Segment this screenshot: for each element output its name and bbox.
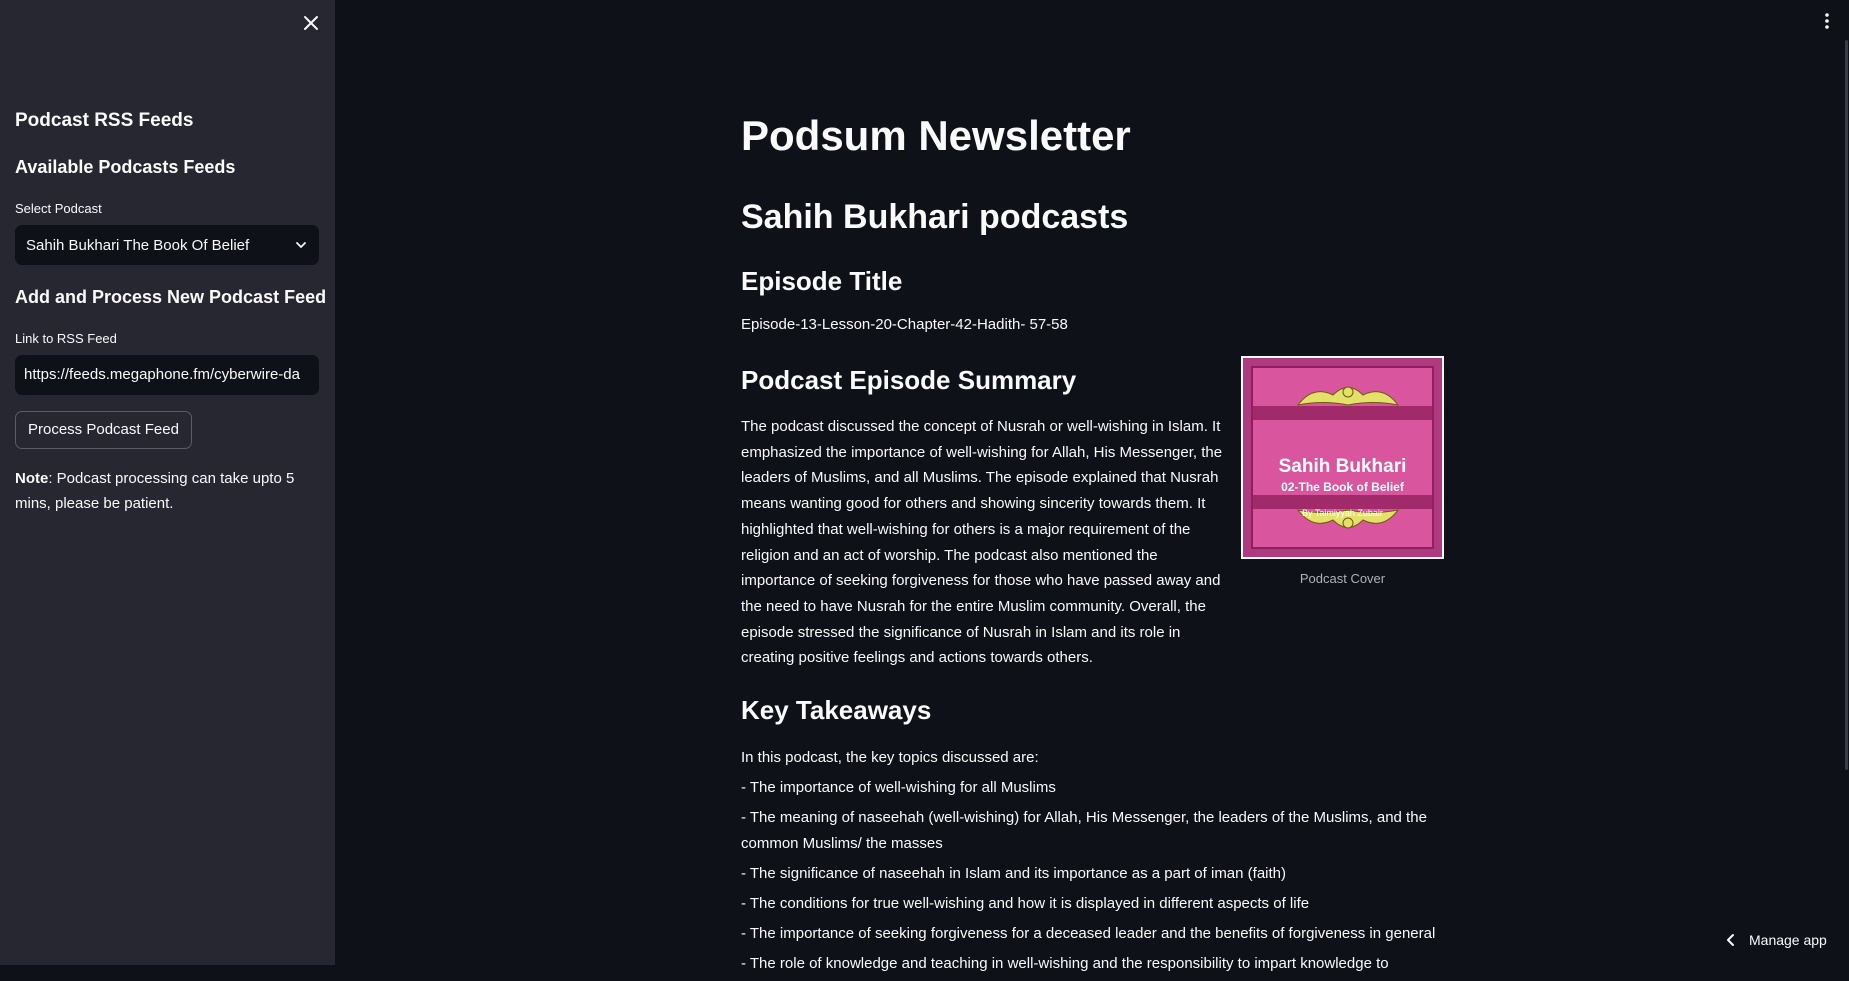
manage-app-label: Manage app [1749, 932, 1827, 948]
list-item: - The role of knowledge and teaching in … [741, 955, 1389, 972]
scrollbar[interactable] [1845, 40, 1848, 770]
list-item: - The importance of seeking forgiveness … [741, 925, 1436, 942]
more-menu-icon[interactable] [1820, 10, 1834, 32]
manage-app-button[interactable]: Manage app [1725, 932, 1827, 948]
cover-caption: Podcast Cover [1299, 571, 1386, 586]
ornament-icon [1296, 386, 1400, 406]
chevron-left-icon [1727, 934, 1734, 946]
podcast-cover: Sahih Bukhari 02-The Book of Belief By T… [1241, 356, 1444, 586]
note-label: Note [15, 470, 49, 487]
sidebar: Podcast RSS Feeds Available Podcasts Fee… [0, 0, 335, 965]
podcast-cover-image: Sahih Bukhari 02-The Book of Belief By T… [1241, 356, 1444, 559]
available-feeds-heading: Available Podcasts Feeds [15, 157, 236, 177]
close-icon[interactable] [300, 12, 322, 34]
cover-subtitle: 02-The Book of Belief [1281, 480, 1404, 494]
add-feed-heading: Add and Process New Podcast Feed [15, 287, 327, 307]
page-subtitle: Sahih Bukhari podcasts [741, 198, 1129, 236]
podcast-select[interactable]: Sahih Bukhari The Book Of Belief [15, 225, 319, 265]
takeaways-list: In this podcast, the key topics discusse… [741, 745, 1461, 981]
select-podcast-label: Select Podcast [15, 201, 102, 216]
episode-title-heading: Episode Title [741, 266, 903, 296]
chevron-down-icon [296, 242, 306, 248]
list-item: - The conditions for true well-wishing a… [741, 895, 1310, 912]
key-takeaways-heading: Key Takeaways [741, 695, 932, 725]
cover-title: Sahih Bukhari [1278, 456, 1407, 477]
note-text: : Podcast processing can take upto 5 min… [15, 470, 295, 512]
processing-note: Note: Podcast processing can take upto 5… [15, 466, 315, 516]
episode-title: Episode-13-Lesson-20-Chapter-42-Hadith- … [741, 316, 1068, 333]
summary-heading: Podcast Episode Summary [741, 365, 1077, 395]
list-item: - The meaning of naseehah (well-wishing)… [741, 809, 1427, 852]
rss-link-input[interactable]: https://feeds.megaphone.fm/cyberwire-da [15, 355, 319, 395]
rss-link-label: Link to RSS Feed [15, 331, 117, 346]
cover-author: By Taimiyyah Zubair [1302, 508, 1383, 518]
podcast-select-value: Sahih Bukhari The Book Of Belief [26, 236, 250, 254]
list-item: - The importance of well-wishing for all… [741, 779, 1056, 796]
page-title: Podsum Newsletter [741, 112, 1131, 159]
takeaways-intro: In this podcast, the key topics discusse… [741, 749, 1039, 766]
episode-summary: The podcast discussed the concept of Nus… [741, 418, 1223, 667]
list-item: - The significance of naseehah in Islam … [741, 865, 1287, 882]
process-podcast-button[interactable]: Process Podcast Feed [15, 411, 192, 449]
sidebar-heading: Podcast RSS Feeds [15, 110, 194, 131]
